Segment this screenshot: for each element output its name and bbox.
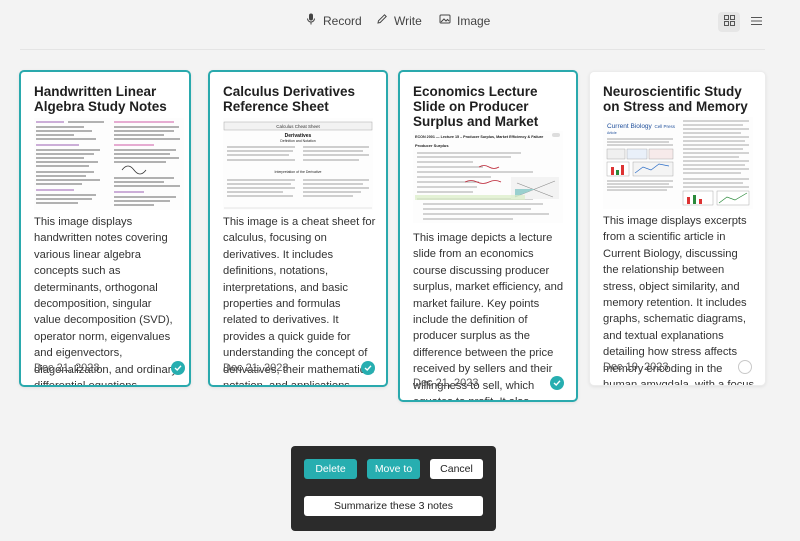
top-toolbar: Record Write Image (0, 0, 800, 44)
note-thumbnail: Calculus Cheat Sheet Derivatives Definit… (223, 118, 373, 210)
thumb-text: Calculus Cheat Sheet (276, 124, 320, 129)
microphone-icon (305, 13, 317, 28)
note-title: Handwritten Linear Algebra Study Notes (34, 84, 167, 114)
list-icon (750, 13, 762, 31)
image-label: Image (457, 13, 491, 28)
cancel-button[interactable]: Cancel (430, 459, 483, 479)
note-card[interactable]: Handwritten Linear Algebra Study Notes T… (19, 70, 191, 387)
thumb-text: Producer Surplus (415, 143, 449, 148)
thumb-text: Definition and Notation (280, 139, 315, 143)
note-title: Calculus Derivatives Reference Sheet (223, 84, 356, 114)
selected-checkbox[interactable] (361, 361, 375, 375)
thumb-text: ECON 2001 — Lecture 15 – Producer Surplu… (415, 135, 543, 139)
note-date: Dec 21, 2023 (413, 377, 479, 389)
note-thumbnail: ECON 2001 — Lecture 15 – Producer Surplu… (413, 131, 563, 223)
bulk-action-panel: Delete Move to Cancel Summarize these 3 … (291, 446, 496, 531)
note-card[interactable]: Calculus Derivatives Reference Sheet Cal… (208, 70, 388, 387)
record-button[interactable]: Record (305, 13, 362, 28)
note-card[interactable]: Neuroscientific Study on Stress and Memo… (589, 71, 766, 386)
note-thumbnail: Current Biology Article Cell Press (603, 117, 753, 209)
thumb-text: Article (607, 131, 617, 135)
note-date: Dec 21, 2023 (223, 362, 289, 374)
note-title: Neuroscientific Study on Stress and Memo… (603, 84, 748, 114)
note-date: Dec 21, 2023 (34, 362, 100, 374)
note-thumbnail (34, 118, 184, 210)
image-button[interactable]: Image (439, 13, 490, 28)
selected-checkbox[interactable] (171, 361, 185, 375)
record-label: Record (323, 13, 362, 28)
delete-button[interactable]: Delete (304, 459, 357, 479)
grid-icon (723, 13, 735, 31)
note-card[interactable]: Economics Lecture Slide on Producer Surp… (398, 70, 578, 402)
image-icon (439, 13, 451, 28)
move-to-button[interactable]: Move to (367, 459, 420, 479)
summarize-button[interactable]: Summarize these 3 notes (304, 496, 483, 516)
write-button[interactable]: Write (376, 13, 422, 28)
thumb-text: Cell Press (654, 124, 675, 129)
toolbar-divider (20, 49, 765, 50)
grid-view-button[interactable] (718, 12, 740, 32)
write-label: Write (394, 13, 422, 28)
list-view-button[interactable] (745, 12, 767, 32)
note-date: Dec 19, 2023 (603, 361, 669, 373)
thumb-text: Current Biology (607, 123, 653, 130)
pencil-icon (376, 13, 388, 28)
thumb-text: Interpretation of the Derivative (275, 170, 322, 174)
selected-checkbox[interactable] (550, 376, 564, 390)
unselected-checkbox[interactable] (738, 360, 752, 374)
